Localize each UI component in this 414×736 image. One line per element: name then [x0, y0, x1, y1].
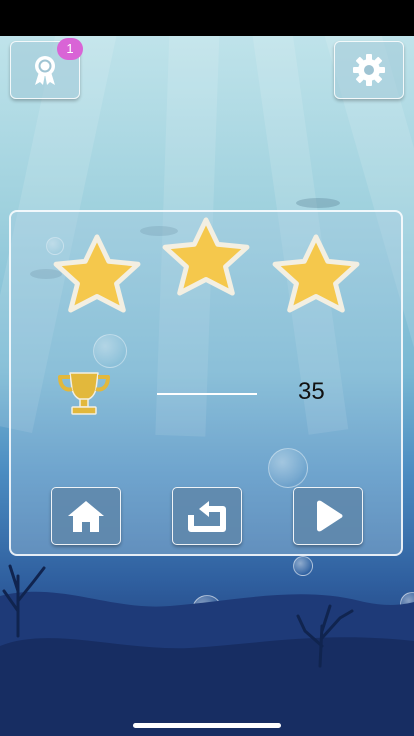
status-bar — [0, 0, 414, 36]
star-icon — [272, 234, 360, 313]
trophy-icon — [58, 372, 110, 415]
home-indicator — [133, 723, 281, 728]
star-icon — [162, 217, 250, 296]
score-divider — [157, 393, 257, 395]
seabed — [0, 564, 414, 736]
play-icon — [317, 500, 343, 532]
home-button[interactable] — [51, 487, 121, 545]
restart-icon — [188, 501, 226, 532]
star-icon — [53, 234, 141, 313]
ribbon-award-icon — [35, 56, 55, 85]
notification-badge: 1 — [57, 38, 83, 60]
next-button[interactable] — [293, 487, 363, 545]
gear-icon — [353, 54, 385, 86]
restart-button[interactable] — [172, 487, 242, 545]
settings-button[interactable] — [334, 41, 404, 99]
home-icon — [68, 501, 104, 532]
score-value: 35 — [298, 378, 325, 405]
